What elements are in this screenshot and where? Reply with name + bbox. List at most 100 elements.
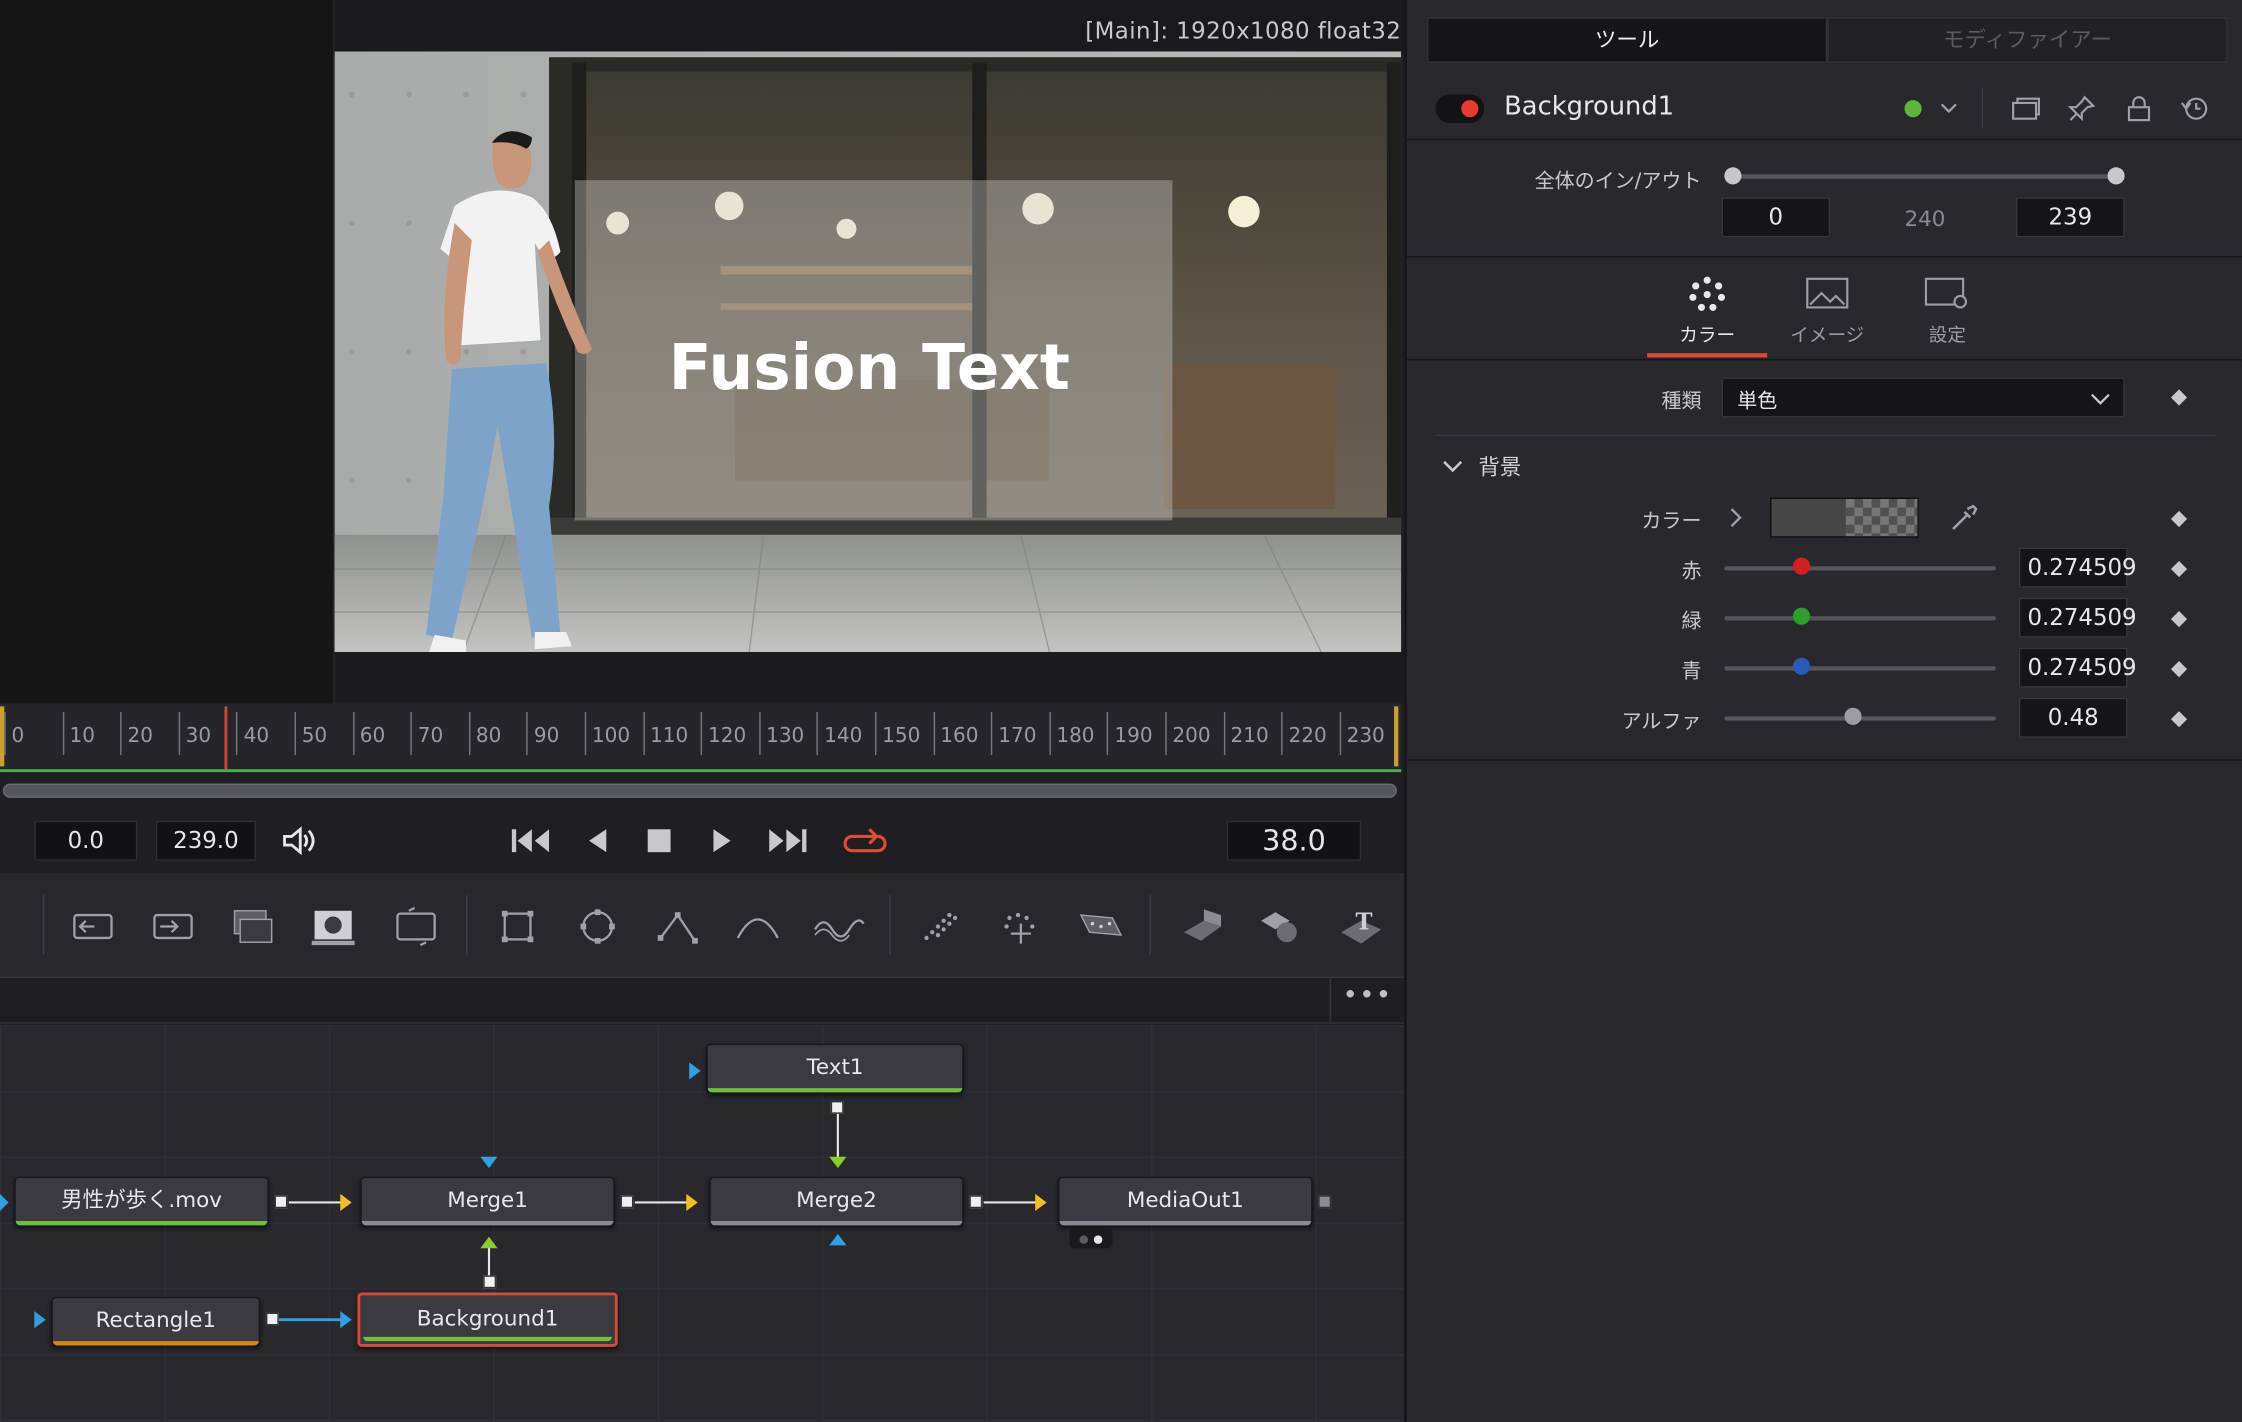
timeline-tick — [875, 712, 877, 755]
node-merge1[interactable]: Merge1 — [360, 1176, 615, 1226]
node-merge2[interactable]: Merge2 — [709, 1176, 964, 1226]
range-in-handle[interactable] — [1724, 167, 1742, 185]
timeline-tick-label: 150 — [882, 724, 921, 748]
chevron-right-icon[interactable] — [1727, 506, 1744, 535]
lock-icon[interactable] — [2125, 94, 2154, 128]
timeline-tick — [1281, 712, 1283, 755]
timeline-tick-label: 80 — [475, 724, 502, 748]
chevron-down-icon[interactable] — [1441, 455, 1464, 482]
node-output-port[interactable] — [830, 1100, 844, 1114]
text3d-icon[interactable]: T — [1333, 901, 1390, 952]
timeline-tick — [1339, 712, 1341, 755]
subtab-color[interactable]: カラー — [1647, 269, 1768, 361]
play-reverse-icon[interactable] — [576, 821, 619, 861]
node-output-port[interactable] — [620, 1195, 634, 1209]
subtab-settings[interactable]: 設定 — [1887, 269, 2007, 361]
red-slider-knob[interactable] — [1792, 557, 1811, 575]
merge3d-icon[interactable] — [1253, 901, 1310, 952]
play-forward-icon[interactable] — [701, 821, 744, 861]
color-swatch-icon[interactable] — [1904, 100, 1922, 118]
keyframe-icon[interactable] — [2170, 560, 2188, 578]
keyframe-icon[interactable] — [2170, 661, 2188, 678]
node-editor[interactable]: Text1 男性が歩く.mov Merge1 Merge2 MediaOut1 — [0, 1025, 1405, 1422]
particle-render-icon[interactable] — [992, 901, 1049, 952]
more-options-icon[interactable]: ••• — [1329, 977, 1404, 1024]
global-start-time[interactable]: 0.0 — [34, 820, 138, 861]
node-background1[interactable]: Background1 — [357, 1292, 618, 1347]
keyframe-icon[interactable] — [2170, 711, 2188, 728]
keyframe-icon[interactable] — [2170, 389, 2188, 406]
color-dots-icon — [1647, 269, 1767, 320]
node-output-port[interactable] — [969, 1195, 983, 1209]
global-in-out: 全体のイン/アウト 0 240 239 — [1406, 140, 2242, 258]
node-clip[interactable]: 男性が歩く.mov — [14, 1176, 269, 1226]
audio-icon[interactable] — [277, 821, 320, 861]
tool-enable-toggle[interactable] — [1435, 94, 1485, 123]
svg-text:T: T — [1355, 909, 1372, 935]
node-output-port[interactable] — [274, 1195, 288, 1209]
range-out-field[interactable]: 239 — [2016, 197, 2125, 238]
keyframe-icon[interactable] — [2170, 510, 2188, 528]
mask-paint-icon[interactable] — [303, 901, 360, 952]
shape3d-icon[interactable] — [1172, 901, 1229, 952]
particle-plane-icon[interactable] — [1072, 901, 1129, 952]
range-in-field[interactable]: 0 — [1721, 197, 1831, 238]
node-text1[interactable]: Text1 — [706, 1043, 964, 1093]
current-time[interactable]: 38.0 — [1226, 820, 1362, 861]
alpha-value[interactable]: 0.48 — [2018, 697, 2128, 738]
render-end-marker[interactable] — [1394, 706, 1399, 767]
range-slider[interactable] — [1732, 174, 2117, 179]
type-dropdown[interactable]: 単色 — [1721, 377, 2125, 418]
green-value[interactable]: 0.274509 — [2018, 597, 2137, 638]
green-slider[interactable] — [1724, 616, 1997, 621]
timeline-ruler[interactable]: 0 10 20 30 40 50 60 70 80 90 100 110 120 130 140 150 160… — [0, 703, 1402, 773]
blue-slider-knob[interactable] — [1792, 657, 1811, 675]
alpha-label: アルファ — [1621, 710, 1702, 734]
versions-icon[interactable] — [2010, 94, 2041, 128]
blue-slider[interactable] — [1724, 666, 1997, 671]
keyframe-icon[interactable] — [2170, 611, 2188, 628]
eyedropper-icon[interactable] — [1947, 503, 1978, 540]
viewer-image[interactable]: Fusion Text — [334, 51, 1402, 652]
skip-to-start-icon[interactable] — [509, 821, 552, 861]
ellipse-mask-icon[interactable] — [569, 901, 626, 952]
node-mediaout1[interactable]: MediaOut1 — [1058, 1176, 1313, 1226]
particle-emitter-icon[interactable] — [912, 901, 969, 952]
subtab-image[interactable]: イメージ — [1767, 269, 1887, 361]
alpha-slider-knob[interactable] — [1844, 707, 1862, 725]
red-value[interactable]: 0.274509 — [2018, 547, 2137, 588]
tool-name: Background1 — [1504, 91, 1675, 122]
node-rectangle1[interactable]: Rectangle1 — [51, 1296, 261, 1346]
blue-value[interactable]: 0.274509 — [2018, 647, 2137, 688]
node-output-port[interactable] — [483, 1275, 497, 1289]
polygon-mask-icon[interactable] — [649, 901, 706, 952]
matte-control-icon[interactable] — [223, 901, 280, 952]
tab-tools[interactable]: ツール — [1426, 17, 1828, 63]
timeline-scrollbar[interactable] — [2, 783, 1397, 798]
tab-modifiers[interactable]: モディファイアー — [1827, 17, 2228, 63]
node-output-port[interactable] — [265, 1312, 279, 1326]
green-slider-knob[interactable] — [1792, 607, 1811, 625]
stop-icon[interactable] — [638, 821, 681, 861]
node-output-port[interactable] — [1318, 1195, 1332, 1209]
chevron-down-icon[interactable] — [1939, 97, 1959, 124]
red-slider[interactable] — [1724, 566, 1997, 571]
playhead[interactable] — [224, 706, 228, 770]
rectangle-mask-icon[interactable] — [489, 901, 546, 952]
channel-booleans-icon[interactable] — [143, 901, 200, 952]
pin-icon[interactable] — [2067, 94, 2096, 128]
color-swatch[interactable] — [1770, 497, 1919, 538]
paint-icon[interactable] — [809, 901, 866, 952]
transform-icon[interactable] — [386, 901, 443, 952]
section-background[interactable]: 背景 — [1478, 452, 1521, 482]
global-end-time[interactable]: 239.0 — [155, 820, 256, 861]
timeline-tick — [526, 712, 529, 755]
merge-icon[interactable] — [63, 901, 120, 952]
color-label: カラー — [1641, 510, 1702, 534]
viewer-indicator-icon — [1069, 1228, 1113, 1249]
skip-to-end-icon[interactable] — [766, 821, 809, 861]
loop-icon[interactable] — [843, 821, 887, 861]
reset-icon[interactable] — [2179, 94, 2210, 128]
range-out-handle[interactable] — [2107, 167, 2125, 185]
bspline-mask-icon[interactable] — [729, 901, 786, 952]
